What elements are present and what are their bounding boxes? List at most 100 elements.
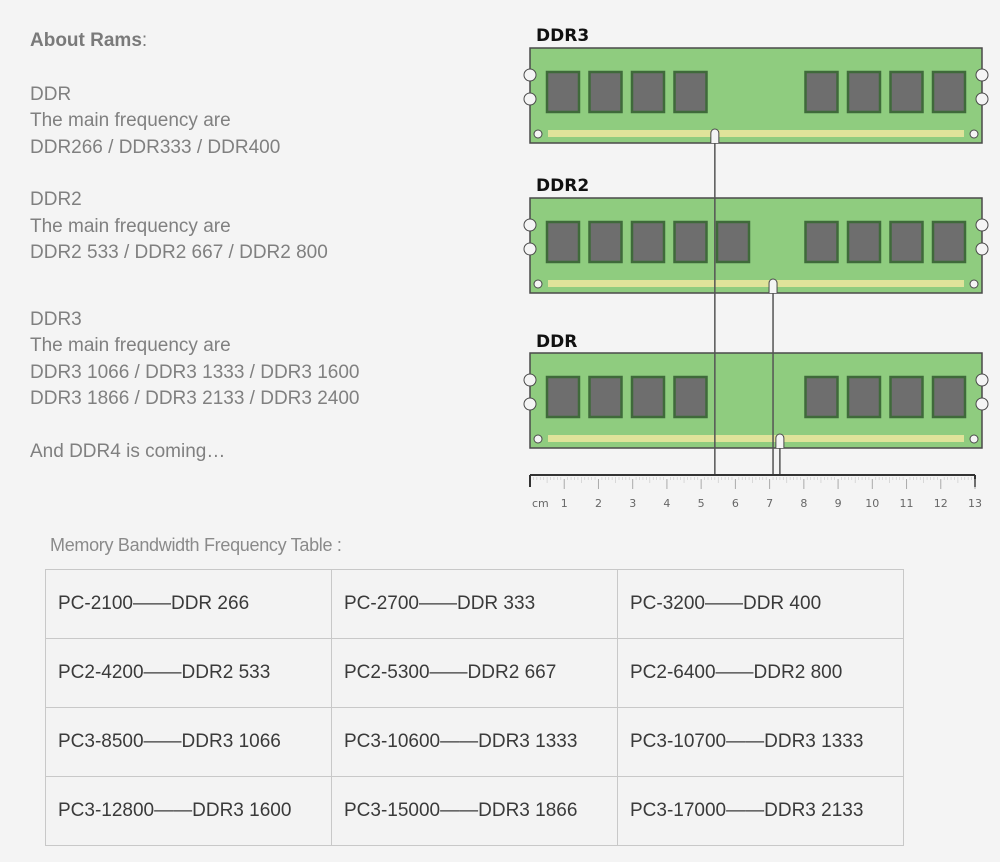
table-cell: PC2-4200——DDR2 533	[45, 638, 332, 708]
block-freqs: DDR266 / DDR333 / DDR400	[30, 136, 281, 158]
memory-chip	[846, 375, 882, 419]
table-row: PC2-4200——DDR2 533 PC2-5300——DDR2 667 PC2-…	[45, 638, 904, 708]
ruler-tick-label: 10	[865, 497, 879, 510]
ruler-tick-label: 6	[732, 497, 739, 510]
mount-hole	[969, 434, 979, 444]
table-cell: PC3-10700——DDR3 1333	[617, 707, 904, 777]
side-notch	[975, 242, 989, 256]
table-cell: PC3-10600——DDR3 1333	[331, 707, 618, 777]
memory-chip	[804, 220, 839, 264]
block-freqs: DDR3 1866 / DDR3 2133 / DDR3 2400	[30, 388, 360, 409]
block-type: DDR2	[30, 189, 82, 210]
memory-chip	[846, 70, 882, 114]
memory-chip	[931, 70, 967, 114]
table-title: Memory Bandwidth Frequency Table :	[50, 535, 342, 555]
ruler-tick-label: 11	[900, 497, 914, 510]
heading-text: About Rams	[30, 30, 142, 51]
block-type: DDR	[30, 83, 72, 105]
table-cell: PC-3200——DDR 400	[617, 569, 904, 639]
table-row: PC3-8500——DDR3 1066 PC3-10600——DDR3 1333 P…	[45, 707, 904, 777]
table-cell: PC-2700——DDR 333	[331, 569, 618, 639]
ddr4-note: And DDR4 is coming…	[30, 440, 226, 462]
table-cell: PC3-12800——DDR3 1600	[45, 776, 332, 846]
memory-chip	[889, 70, 924, 114]
memory-chip	[673, 375, 708, 419]
ram-module-diagram: DDR3DDR2DDRcm 1 2 3 4 5 6 7 8 9 10 11 12 13	[523, 26, 989, 510]
table-cell: PC2-5300——DDR2 667	[331, 638, 618, 708]
ruler-tick-label: 8	[800, 497, 807, 510]
block-freqs: DDR3 1066 / DDR3 1333 / DDR3 1600	[30, 361, 360, 383]
table-cell: PC2-6400——DDR2 800	[617, 638, 904, 708]
key-notch	[768, 278, 778, 293]
ddr2-block: DDR2 The main frequency are DDR2 533 / D…	[30, 187, 360, 267]
key-notch	[775, 433, 785, 448]
heading-colon: :	[141, 30, 148, 51]
ruler-tick-label: 12	[934, 497, 948, 510]
side-notch	[523, 68, 537, 82]
mount-hole	[533, 434, 543, 444]
memory-chip	[545, 375, 581, 419]
block-line: The main frequency are	[30, 110, 231, 131]
ruler-tick-label: 3	[629, 497, 636, 510]
memory-chip	[630, 375, 666, 419]
ruler-tick-label: 1	[561, 497, 568, 510]
gold-contacts	[548, 280, 964, 287]
gold-contacts	[548, 130, 964, 137]
ruler-tick-label: 13	[968, 497, 982, 510]
gold-contacts	[548, 435, 964, 442]
mount-hole	[533, 279, 543, 289]
ddr-block: DDR The main frequency are DDR266 / DDR3…	[30, 82, 360, 162]
table-row: PC3-12800——DDR3 1600 PC3-15000——DDR3 1866…	[45, 776, 904, 846]
side-notch	[523, 397, 537, 411]
table-row: PC-2100——DDR 266 PC-2700——DDR 333 PC-3200—…	[45, 569, 904, 639]
block-line: The main frequency are	[30, 335, 231, 356]
block-type: DDR3	[30, 308, 82, 330]
mount-hole	[969, 279, 979, 289]
ruler-tick-label: 4	[663, 497, 670, 510]
memory-chip	[588, 375, 623, 419]
module-label: DDR2	[536, 176, 589, 196]
memory-chip	[931, 220, 967, 264]
memory-chip	[588, 220, 623, 264]
key-notch	[710, 128, 720, 143]
side-notch	[523, 218, 537, 232]
side-notch	[975, 373, 989, 387]
block-line: The main frequency are	[30, 215, 231, 237]
module-label: DDR3	[536, 26, 589, 46]
ruler-unit: cm	[532, 497, 549, 510]
memory-chip	[889, 375, 924, 419]
side-notch	[523, 242, 537, 256]
side-notch	[975, 218, 989, 232]
side-notch	[523, 92, 537, 106]
about-heading: About Rams:	[30, 28, 360, 55]
memory-chip	[630, 70, 666, 114]
side-notch	[975, 92, 989, 106]
module-label: DDR	[536, 332, 577, 352]
table-cell: PC-2100——DDR 266	[45, 569, 332, 639]
side-notch	[975, 397, 989, 411]
side-notch	[975, 68, 989, 82]
mount-hole	[533, 129, 543, 139]
memory-chip	[804, 375, 839, 419]
memory-chip	[673, 70, 708, 114]
block-freqs: DDR2 533 / DDR2 667 / DDR2 800	[30, 242, 328, 263]
memory-chip	[588, 70, 623, 114]
memory-chip	[630, 220, 666, 264]
side-notch	[523, 373, 537, 387]
table-cell: PC3-8500——DDR3 1066	[45, 707, 332, 777]
memory-chip	[545, 70, 581, 114]
memory-chip	[931, 375, 967, 419]
memory-chip	[715, 220, 751, 264]
memory-chip	[846, 220, 882, 264]
ruler-tick-label: 9	[835, 497, 842, 510]
ruler-tick-label: 7	[766, 497, 773, 510]
bandwidth-frequency-table: PC-2100——DDR 266 PC-2700——DDR 333 PC-3200—…	[45, 569, 904, 846]
table-cell: PC3-17000——DDR3 2133	[617, 776, 904, 846]
table-cell: PC3-15000——DDR3 1866	[331, 776, 618, 846]
memory-chip	[545, 220, 581, 264]
memory-chip	[889, 220, 924, 264]
ruler-tick-label: 2	[595, 497, 602, 510]
ddr3-block: DDR3 The main frequency are DDR3 1066 / …	[30, 307, 360, 413]
memory-chip	[673, 220, 708, 264]
ruler-tick-label: 5	[698, 497, 705, 510]
